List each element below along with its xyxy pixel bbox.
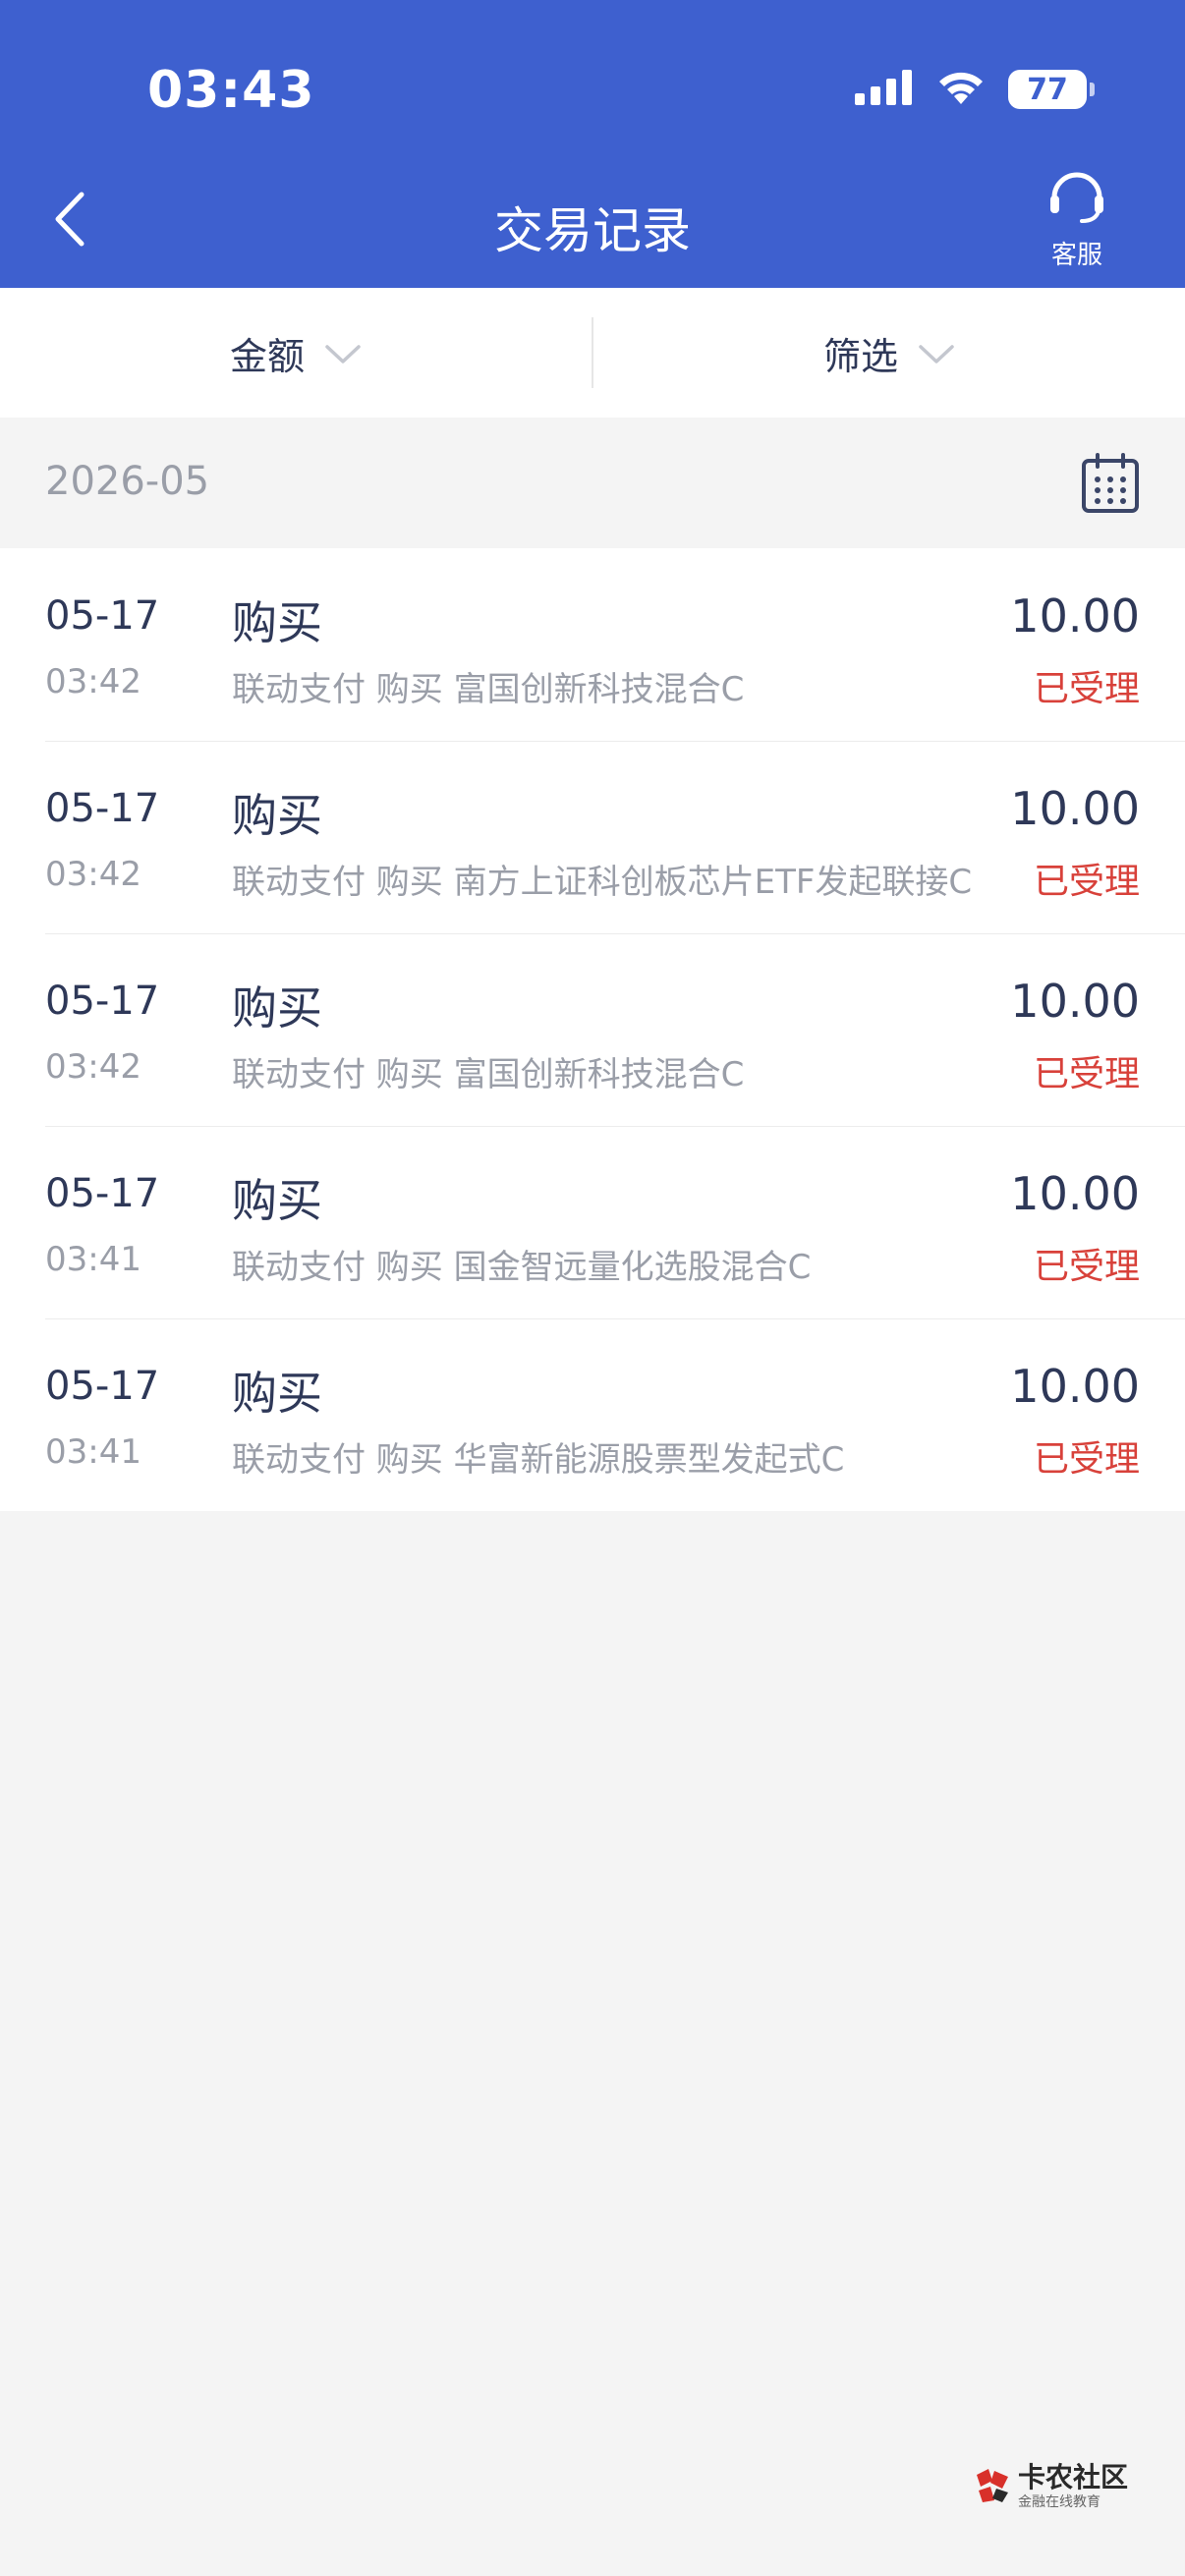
- filter-label: 筛选: [822, 334, 898, 378]
- transaction-date: 05-17: [45, 1171, 160, 1216]
- transaction-time: 03:42: [45, 855, 141, 894]
- transaction-row[interactable]: 05-17 03:42 购买 联动支付 购买 富国创新科技混合C 10.00 已…: [0, 933, 1185, 1126]
- transaction-date: 05-17: [45, 1364, 160, 1409]
- month-label: 2026-05: [45, 459, 210, 504]
- app-header: 03:43 77 交易记录 客服: [0, 0, 1185, 288]
- transaction-status: 已受理: [1033, 1054, 1140, 1094]
- transaction-description: 联动支付 购买 富国创新科技混合C: [232, 1055, 745, 1094]
- amount-filter-dropdown[interactable]: 金额: [0, 288, 592, 418]
- transaction-status: 已受理: [1033, 1247, 1140, 1287]
- transaction-amount: 10.00: [1010, 589, 1140, 643]
- transaction-amount: 10.00: [1010, 782, 1140, 835]
- transaction-type: 购买: [232, 981, 322, 1035]
- calendar-button[interactable]: [1081, 453, 1140, 514]
- chevron-down-icon: [918, 331, 955, 374]
- battery-icon: 77: [1008, 70, 1095, 109]
- transaction-time: 03:42: [45, 1047, 141, 1087]
- status-icons: 77: [855, 69, 1095, 110]
- filter-bar: 金额 筛选: [0, 288, 1185, 418]
- logo-icon: [973, 2465, 1012, 2508]
- watermark-title: 卡农社区: [1017, 2461, 1128, 2493]
- calendar-icon: [1081, 453, 1140, 518]
- month-section-header: 2026-05: [0, 418, 1185, 548]
- page-title: 交易记录: [494, 202, 691, 259]
- transaction-time: 03:42: [45, 662, 141, 701]
- transaction-description: 联动支付 购买 国金智远量化选股混合C: [232, 1248, 812, 1287]
- transaction-status: 已受理: [1033, 862, 1140, 902]
- transaction-description: 联动支付 购买 富国创新科技混合C: [232, 670, 745, 709]
- transaction-list: 05-17 03:42 购买 联动支付 购买 富国创新科技混合C 10.00 已…: [0, 548, 1185, 1511]
- transaction-time: 03:41: [45, 1432, 141, 1472]
- cellular-signal-icon: [855, 70, 914, 109]
- transaction-amount: 10.00: [1010, 1360, 1140, 1413]
- transaction-status: 已受理: [1033, 1439, 1140, 1480]
- transaction-row[interactable]: 05-17 03:42 购买 联动支付 购买 南方上证科创板芯片ETF发起联接C…: [0, 741, 1185, 933]
- watermark-subtitle: 金融在线教育: [1017, 2494, 1100, 2510]
- transaction-amount: 10.00: [1010, 975, 1140, 1028]
- transaction-date: 05-17: [45, 593, 160, 639]
- amount-filter-label: 金额: [229, 334, 305, 378]
- transaction-amount: 10.00: [1010, 1167, 1140, 1220]
- status-time: 03:43: [147, 61, 315, 120]
- filter-dropdown[interactable]: 筛选: [593, 288, 1185, 418]
- transaction-status: 已受理: [1033, 669, 1140, 709]
- transaction-time: 03:41: [45, 1240, 141, 1279]
- transaction-row[interactable]: 05-17 03:41 购买 联动支付 购买 华富新能源股票型发起式C 10.0…: [0, 1318, 1185, 1511]
- transaction-type: 购买: [232, 1367, 322, 1420]
- transaction-row[interactable]: 05-17 03:42 购买 联动支付 购买 富国创新科技混合C 10.00 已…: [0, 548, 1185, 741]
- transaction-date: 05-17: [45, 786, 160, 831]
- watermark-logo: 卡农社区 金融在线教育: [973, 2464, 1128, 2509]
- wifi-icon: [935, 69, 987, 110]
- chevron-down-icon: [324, 331, 362, 374]
- transaction-description: 联动支付 购买 南方上证科创板芯片ETF发起联接C: [232, 863, 973, 902]
- customer-service-label: 客服: [1050, 241, 1102, 270]
- customer-service-button[interactable]: 客服: [1023, 162, 1131, 270]
- transaction-row[interactable]: 05-17 03:41 购买 联动支付 购买 国金智远量化选股混合C 10.00…: [0, 1126, 1185, 1318]
- transaction-date: 05-17: [45, 979, 160, 1024]
- transaction-type: 购买: [232, 596, 322, 649]
- transaction-type: 购买: [232, 1174, 322, 1227]
- headset-icon: [1044, 162, 1109, 231]
- transaction-type: 购买: [232, 789, 322, 842]
- transaction-description: 联动支付 购买 华富新能源股票型发起式C: [232, 1440, 845, 1480]
